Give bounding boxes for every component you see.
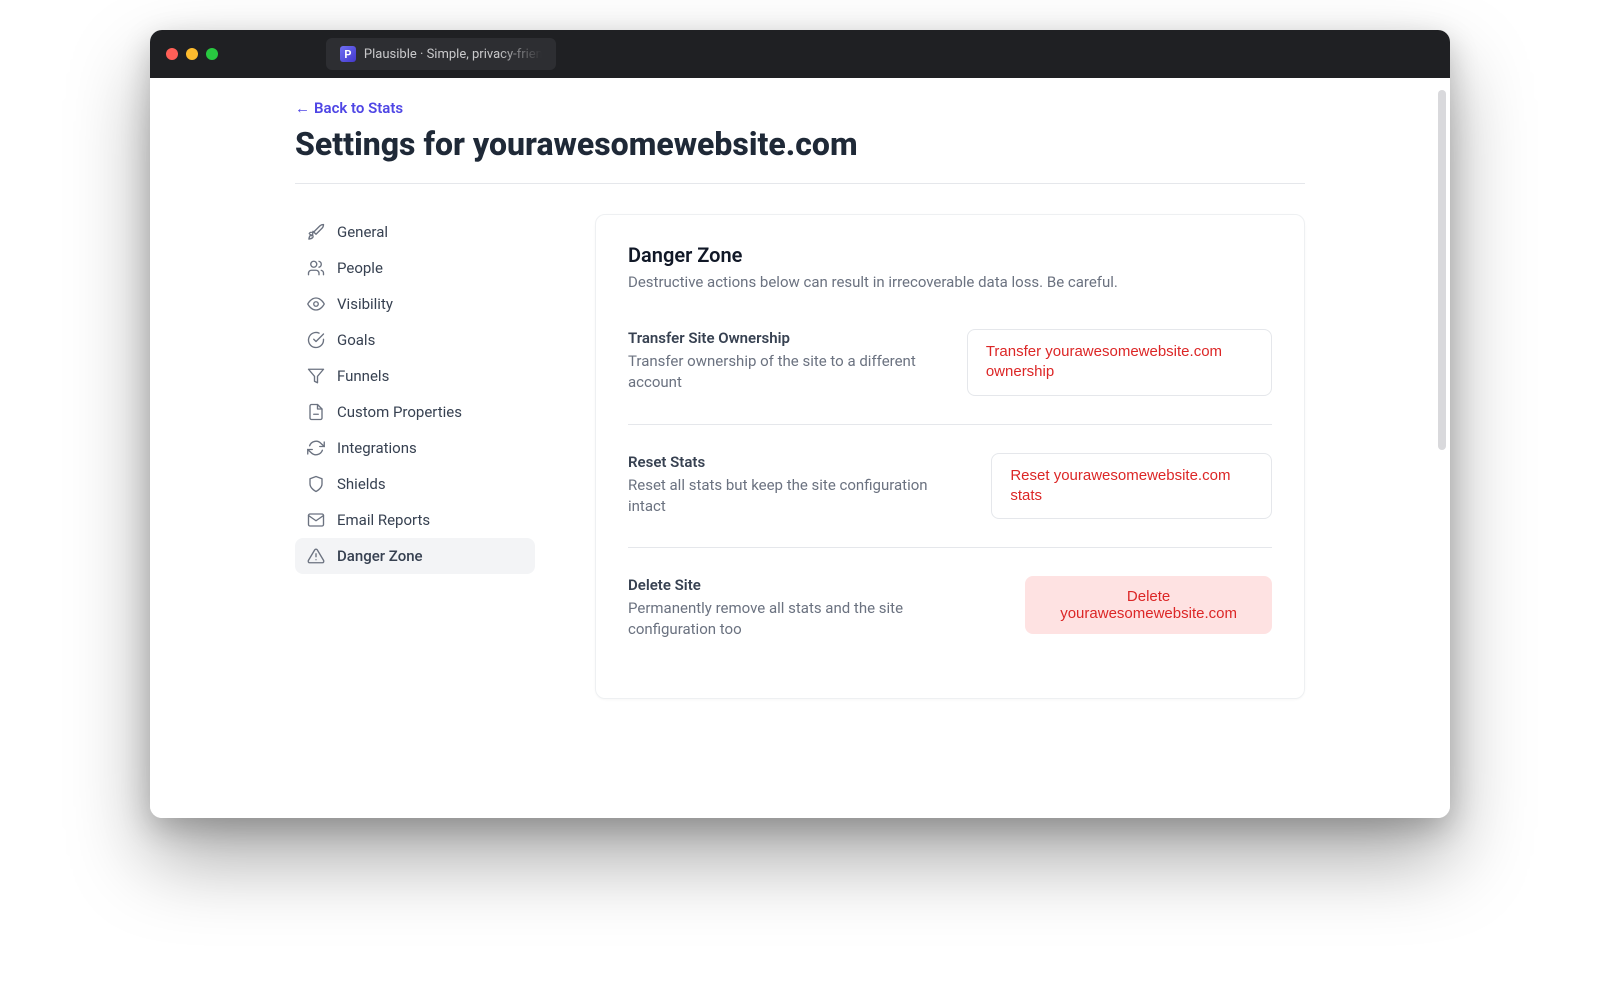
delete-site-row: Delete Site Permanently remove all stats… bbox=[628, 547, 1272, 668]
sidebar-item-label: Danger Zone bbox=[337, 547, 423, 565]
sidebar-item-label: Integrations bbox=[337, 439, 417, 457]
section-description: Permanently remove all stats and the sit… bbox=[628, 598, 985, 640]
refresh-icon bbox=[307, 439, 325, 457]
minimize-window-button[interactable] bbox=[186, 48, 198, 60]
browser-tab[interactable]: P Plausible · Simple, privacy-frien bbox=[326, 38, 556, 70]
rocket-icon bbox=[307, 223, 325, 241]
eye-icon bbox=[307, 295, 325, 313]
page-title: Settings for yourawesomewebsite.com bbox=[295, 125, 1305, 163]
mail-icon bbox=[307, 511, 325, 529]
delete-site-button[interactable]: Delete yourawesomewebsite.com bbox=[1025, 576, 1272, 634]
section-description: Transfer ownership of the site to a diff… bbox=[628, 351, 927, 393]
section-description: Reset all stats but keep the site config… bbox=[628, 475, 951, 517]
back-link-label: Back to Stats bbox=[314, 99, 403, 117]
page-content: ← Back to Stats Settings for yourawesome… bbox=[150, 78, 1450, 818]
sidebar-item-shields[interactable]: Shields bbox=[295, 466, 535, 502]
section-title: Delete Site bbox=[628, 576, 985, 594]
settings-sidebar: General People Visibility bbox=[295, 214, 535, 699]
sidebar-item-funnels[interactable]: Funnels bbox=[295, 358, 535, 394]
reset-stats-row: Reset Stats Reset all stats but keep the… bbox=[628, 424, 1272, 548]
back-to-stats-link[interactable]: ← Back to Stats bbox=[295, 99, 403, 117]
sidebar-item-label: Funnels bbox=[337, 367, 389, 385]
sidebar-item-email-reports[interactable]: Email Reports bbox=[295, 502, 535, 538]
panel-subtitle: Destructive actions below can result in … bbox=[628, 273, 1272, 291]
sidebar-item-label: Visibility bbox=[337, 295, 393, 313]
check-circle-icon bbox=[307, 331, 325, 349]
close-window-button[interactable] bbox=[166, 48, 178, 60]
titlebar: P Plausible · Simple, privacy-frien bbox=[150, 30, 1450, 78]
sidebar-item-integrations[interactable]: Integrations bbox=[295, 430, 535, 466]
document-icon bbox=[307, 403, 325, 421]
funnel-icon bbox=[307, 367, 325, 385]
shield-icon bbox=[307, 475, 325, 493]
maximize-window-button[interactable] bbox=[206, 48, 218, 60]
sidebar-item-visibility[interactable]: Visibility bbox=[295, 286, 535, 322]
sidebar-item-custom-properties[interactable]: Custom Properties bbox=[295, 394, 535, 430]
transfer-ownership-row: Transfer Site Ownership Transfer ownersh… bbox=[628, 321, 1272, 424]
warning-icon bbox=[307, 547, 325, 565]
browser-tab-title: Plausible · Simple, privacy-frien bbox=[364, 47, 542, 62]
sidebar-item-label: Shields bbox=[337, 475, 386, 493]
reset-stats-button[interactable]: Reset yourawesomewebsite.com stats bbox=[991, 453, 1272, 520]
section-title: Transfer Site Ownership bbox=[628, 329, 927, 347]
users-icon bbox=[307, 259, 325, 277]
transfer-ownership-button[interactable]: Transfer yourawesomewebsite.com ownershi… bbox=[967, 329, 1272, 396]
danger-zone-panel: Danger Zone Destructive actions below ca… bbox=[595, 214, 1305, 699]
header-divider bbox=[295, 183, 1305, 184]
sidebar-item-goals[interactable]: Goals bbox=[295, 322, 535, 358]
arrow-left-icon: ← bbox=[295, 99, 310, 117]
plausible-favicon: P bbox=[340, 46, 356, 62]
sidebar-item-general[interactable]: General bbox=[295, 214, 535, 250]
sidebar-item-label: People bbox=[337, 259, 383, 277]
section-title: Reset Stats bbox=[628, 453, 951, 471]
sidebar-item-label: Email Reports bbox=[337, 511, 430, 529]
panel-heading: Danger Zone bbox=[628, 243, 1272, 267]
scrollbar[interactable] bbox=[1438, 90, 1446, 450]
app-window: P Plausible · Simple, privacy-frien ← Ba… bbox=[150, 30, 1450, 818]
sidebar-item-label: General bbox=[337, 223, 388, 241]
sidebar-item-danger-zone[interactable]: Danger Zone bbox=[295, 538, 535, 574]
window-controls bbox=[166, 48, 218, 60]
sidebar-item-people[interactable]: People bbox=[295, 250, 535, 286]
sidebar-item-label: Custom Properties bbox=[337, 403, 462, 421]
sidebar-item-label: Goals bbox=[337, 331, 375, 349]
